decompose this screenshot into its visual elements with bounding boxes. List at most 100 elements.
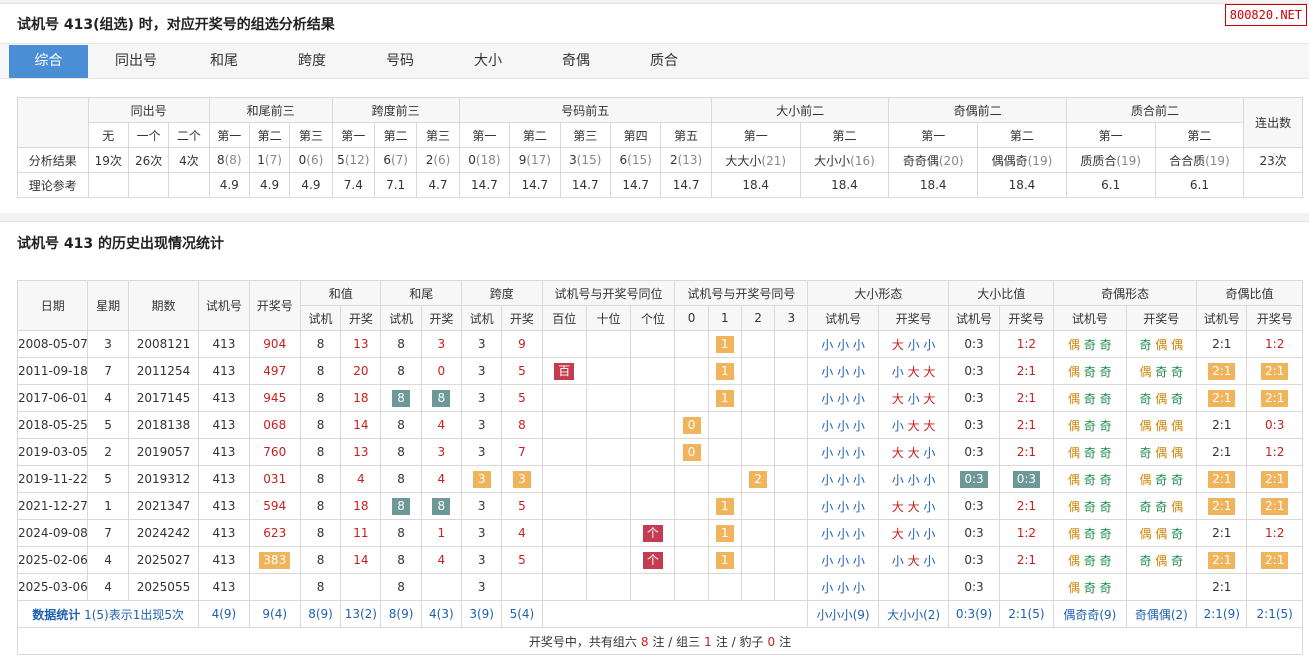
history-cell: 3 — [420, 438, 463, 466]
history-cell: 5 — [87, 411, 129, 439]
result-count: (19) — [1027, 153, 1053, 168]
history-table: 日期 星期 期数 试机号 开奖号 和值 和尾 跨度 试机号与开奖号同位 试机号与开奖号同号 大小形态… — [16, 280, 1303, 655]
summary-group-row: 同出号 和尾前三 跨度前三 号码前五 大小前二 奇偶前二 质合前二 连出数 — [17, 97, 1303, 148]
summary-group-header: 号码前五 — [458, 97, 712, 123]
history-cell: 2:1 — [998, 546, 1055, 574]
history-cell: 小 小 小 — [807, 492, 879, 520]
history-cell: 7 — [87, 519, 129, 547]
history-row: 2011-09-18 7 2011254 413 497 8 20 8 0 3 5 百 1 小 小 小小 … — [16, 357, 1303, 385]
summary-result-cell: 2(13) — [660, 147, 712, 173]
result-value: 质质合 — [1080, 153, 1117, 168]
summary-sub-header: 第三 — [289, 122, 333, 148]
history-cell: 2:1 — [1196, 465, 1248, 493]
history-sub-header: 1 — [707, 305, 742, 331]
parity-char: 偶 — [1171, 499, 1184, 514]
history-sub-header: 开奖号 — [998, 305, 1055, 331]
result-count: (13) — [677, 153, 703, 167]
parity-char: 奇 — [1139, 337, 1156, 352]
history-cell: 2024242 — [127, 519, 200, 547]
summary-title: 试机号 413(组选) 时，对应开奖号的组选分析结果 — [17, 17, 335, 33]
tab-5[interactable]: 大小 — [447, 45, 529, 78]
history-cell: 904 — [248, 330, 301, 358]
result-value: 8 — [216, 153, 225, 167]
history-cell: 2:1 — [1246, 546, 1303, 574]
history-cell: 2:1 — [1196, 546, 1248, 574]
history-cell: 8 — [380, 330, 422, 358]
history-cell: 8 — [299, 438, 342, 466]
summary-ref-row: 理论参考 4.9 4.9 4.9 7.4 7.1 4.7 14.7 14.7 14.7 14.7 14… — [17, 172, 1303, 198]
history-cell: 偶 偶 偶 — [1125, 411, 1198, 439]
history-cell: 2:1 — [998, 492, 1055, 520]
history-cell: 小 小 小 — [807, 438, 879, 466]
history-cell: 2:1 — [1196, 492, 1248, 520]
tab-3[interactable]: 跨度 — [271, 45, 353, 78]
span-badge: 3 — [512, 470, 531, 488]
history-cell: 068 — [248, 411, 301, 439]
history-cell: 3 — [87, 330, 129, 358]
summary-ref-cell: 18.4 — [710, 172, 801, 198]
parity-char: 奇 — [1099, 553, 1112, 568]
history-cell — [541, 573, 587, 601]
result-value: 大小小 — [814, 153, 851, 168]
history-cell — [585, 438, 632, 466]
summary-sub-header: 第一 — [331, 122, 375, 148]
history-cell: 1:2 — [1246, 519, 1303, 547]
history-cell: 20 — [340, 357, 382, 385]
result-count: (16) — [850, 153, 875, 168]
tail-badge: 8 — [392, 389, 411, 407]
tab-4[interactable]: 号码 — [359, 45, 441, 78]
size-char: 大 — [891, 499, 908, 514]
parity-char: 偶 — [1067, 472, 1084, 487]
history-cell — [630, 384, 676, 412]
size-char: 大 — [891, 337, 908, 352]
history-sub-header: 0 — [674, 305, 709, 331]
history-cell: 760 — [248, 438, 301, 466]
size-char: 小 — [923, 445, 936, 460]
history-cell: 0:3 — [948, 573, 1000, 601]
history-cell: 0:3 — [948, 465, 1000, 493]
result-count: (17) — [526, 153, 551, 167]
stats-note: 1(5)表示1出现5次 — [84, 607, 184, 622]
parity-char: 奇 — [1099, 364, 1112, 379]
history-cell: 8 — [299, 330, 342, 358]
summary-ref-cell: 14.7 — [559, 172, 611, 198]
tab-1[interactable]: 同出号 — [95, 45, 177, 78]
tab-2[interactable]: 和尾 — [183, 45, 265, 78]
history-cell: 8 — [380, 384, 422, 412]
tail-badge: 8 — [432, 497, 451, 515]
history-cell — [774, 519, 809, 547]
parity-char: 奇 — [1139, 553, 1156, 568]
summary-group-header: 连出数 — [1243, 97, 1303, 148]
tab-0[interactable]: 综合 — [9, 45, 88, 78]
history-row: 2021-12-27 1 2021347 413 594 8 18 8 8 3 5 1 小 小 小大 大… — [16, 492, 1303, 520]
summary-result-cell: 6(15) — [609, 147, 662, 173]
summary-result-cell: 质质合(19) — [1065, 147, 1156, 173]
history-cell — [340, 573, 382, 601]
history-cell: 3 — [461, 330, 503, 358]
result-value: 26次 — [134, 153, 163, 168]
same-position-badge: 个 — [642, 524, 663, 542]
result-count: (7) — [390, 153, 408, 167]
result-count: (15) — [627, 153, 652, 167]
history-cell: 4(3) — [420, 600, 463, 628]
tail-badge: 8 — [432, 389, 451, 407]
parity-char: 奇 — [1171, 472, 1184, 487]
same-position-badge: 百 — [554, 362, 575, 380]
tab-6[interactable]: 奇偶 — [535, 45, 617, 78]
size-char: 小 — [923, 337, 936, 352]
history-col-header: 奇偶比值 — [1196, 280, 1303, 306]
history-cell — [1246, 573, 1303, 601]
summary-table: 同出号 和尾前三 跨度前三 号码前五 大小前二 奇偶前二 质合前二 连出数无一个 二个 第一 第二第… — [17, 97, 1303, 198]
site-watermark: 800820.NET — [1224, 4, 1307, 26]
tab-7[interactable]: 质合 — [623, 45, 705, 78]
summary-sub-header: 一个 — [127, 122, 170, 148]
history-cell: 2019-03-05 — [16, 438, 89, 466]
stats-label[interactable]: 数据统计 — [32, 608, 80, 622]
history-cell: 5(4) — [501, 600, 543, 628]
history-cell — [585, 465, 632, 493]
history-cell — [740, 411, 776, 439]
result-value: 4次 — [179, 153, 199, 168]
history-cell — [707, 411, 742, 439]
summary-sub-header: 第二 — [248, 122, 291, 148]
history-cell: 8 — [299, 384, 342, 412]
